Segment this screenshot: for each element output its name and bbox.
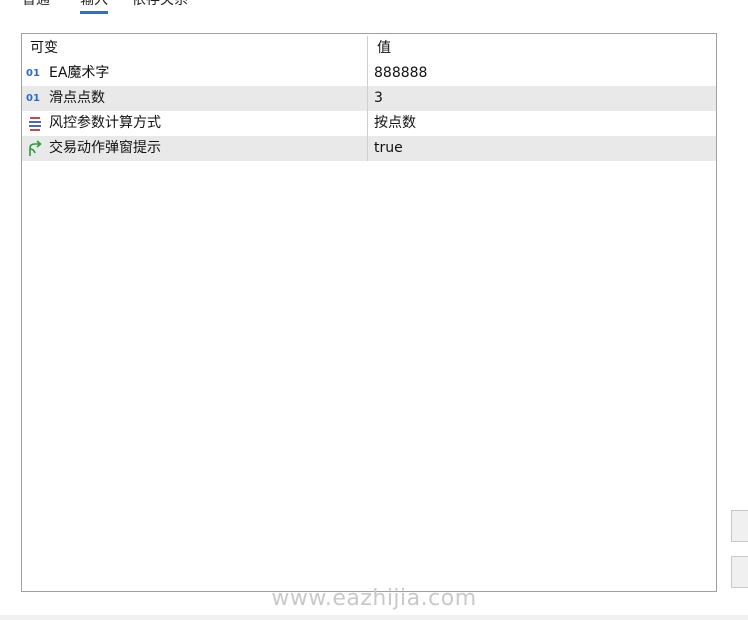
tab-dependencies[interactable]: 依存关系	[132, 0, 188, 9]
value-cell[interactable]: 3	[369, 86, 716, 111]
tab-inputs[interactable]: 输入	[80, 0, 108, 14]
table-row[interactable]: 01 滑点点数 3	[22, 86, 716, 111]
tab-general[interactable]: 普通	[22, 0, 50, 9]
tab-bar: 普通 输入 依存关系	[0, 0, 748, 22]
variable-cell: 01 滑点点数	[22, 86, 368, 111]
number-01-icon: 01	[26, 68, 40, 79]
variable-value: 3	[374, 90, 383, 106]
column-header-variable[interactable]: 可变	[22, 36, 368, 61]
variable-name: 交易动作弹窗提示	[49, 140, 161, 156]
value-cell[interactable]: 888888	[369, 61, 716, 86]
table-row[interactable]: 交易动作弹窗提示 true	[22, 136, 716, 161]
table-row[interactable]: 01 EA魔术字 888888	[22, 61, 716, 86]
side-button-upper[interactable]	[731, 510, 748, 542]
value-cell[interactable]: 按点数	[369, 111, 716, 136]
boolean-branch-icon	[29, 140, 42, 156]
variable-name: 风控参数计算方式	[49, 115, 161, 131]
variable-cell: 风控参数计算方式	[22, 111, 368, 136]
variable-value: 按点数	[374, 115, 416, 131]
variable-cell: 01 EA魔术字	[22, 61, 368, 86]
variable-value: 888888	[374, 65, 428, 81]
side-button-lower[interactable]	[731, 556, 748, 588]
variable-cell: 交易动作弹窗提示	[22, 136, 368, 161]
value-cell[interactable]: true	[369, 136, 716, 161]
table-row[interactable]: 风控参数计算方式 按点数	[22, 111, 716, 136]
variable-value: true	[374, 140, 403, 156]
table-header: 可变 值	[22, 36, 716, 61]
column-header-value[interactable]: 值	[369, 36, 716, 61]
enum-list-icon	[29, 117, 41, 131]
bottom-strip	[0, 615, 748, 620]
number-01-icon: 01	[26, 93, 40, 104]
inputs-grid: 可变 值 01 EA魔术字 888888 01 滑点点数 3 风控参数计算方式 …	[21, 33, 717, 592]
variable-name: 滑点点数	[49, 90, 105, 106]
variable-name: EA魔术字	[49, 65, 110, 81]
